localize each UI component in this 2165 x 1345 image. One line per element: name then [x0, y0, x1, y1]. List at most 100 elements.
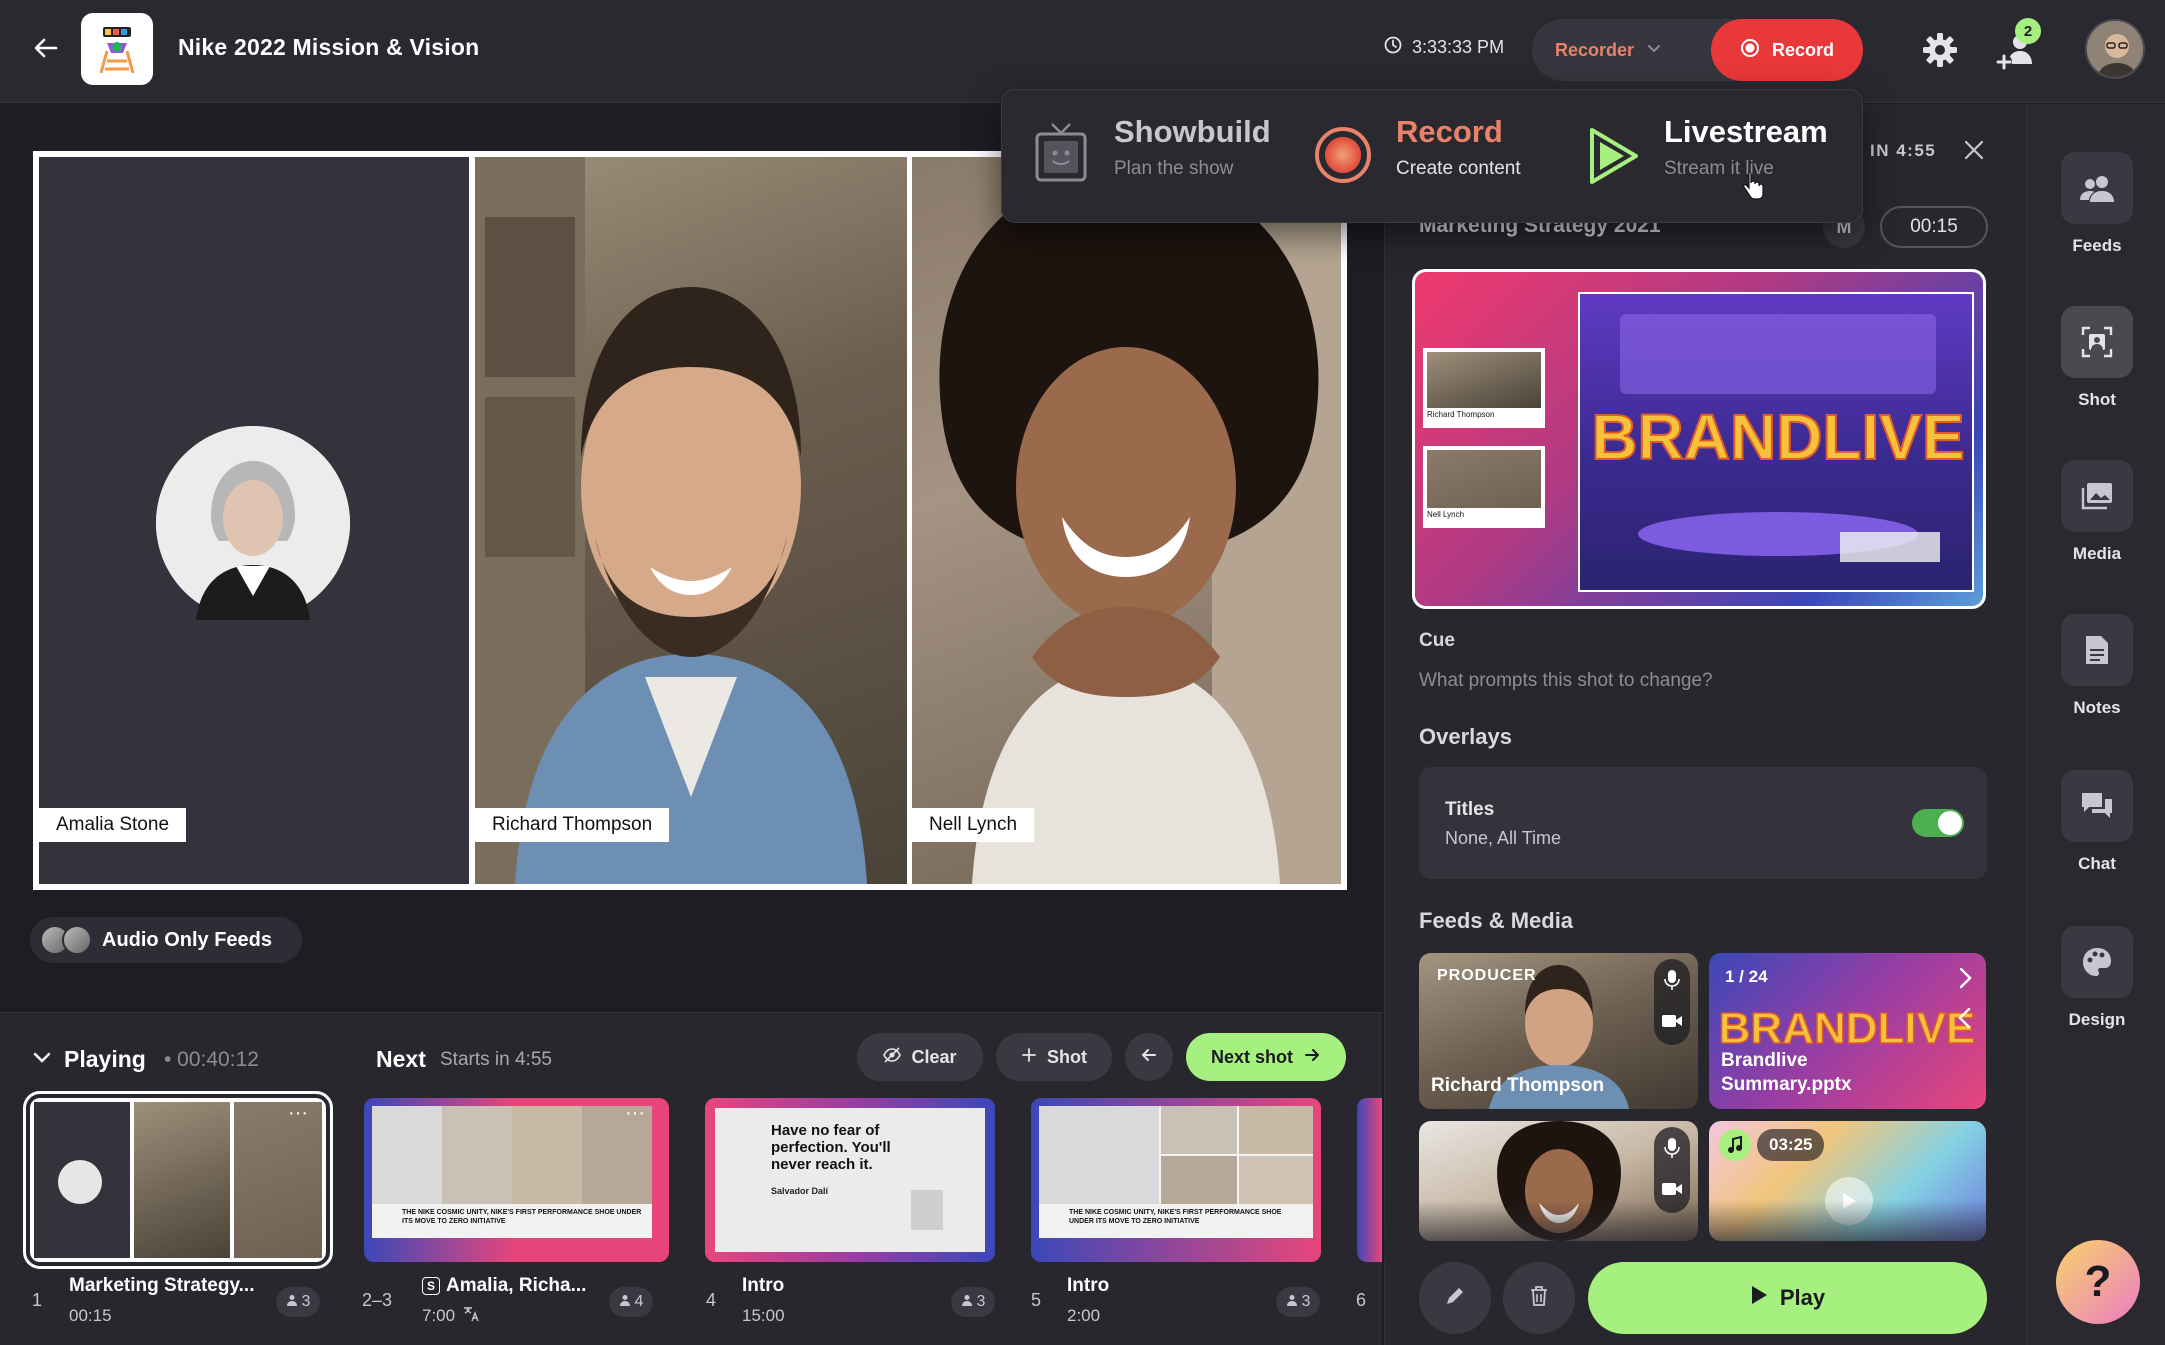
- gear-icon[interactable]: [1920, 30, 1960, 70]
- clear-button[interactable]: Clear: [857, 1033, 983, 1081]
- shot-label: Shot: [1047, 1046, 1087, 1067]
- menu-item-title: Livestream: [1664, 114, 1828, 149]
- scene-icon: S: [422, 1277, 440, 1295]
- clock-text: 3:33:33 PM: [1412, 37, 1505, 57]
- rail-item-shot[interactable]: Shot: [2060, 306, 2134, 410]
- trash-icon: [1529, 1285, 1549, 1312]
- rundown-card-2[interactable]: THE NIKE COSMIC UNITY, NIKE'S FIRST PERF…: [364, 1098, 669, 1262]
- shot-frame-icon: [2061, 306, 2133, 378]
- rundown-card-duration: 00:15: [69, 1306, 112, 1325]
- add-shot-button[interactable]: Shot: [996, 1033, 1112, 1081]
- dali-portrait: [911, 1190, 943, 1230]
- record-button[interactable]: Record: [1711, 19, 1863, 81]
- playing-section-toggle[interactable]: Playing: [32, 1046, 146, 1073]
- person-icon: [619, 1293, 631, 1311]
- rundown-card-number: 2–3: [362, 1290, 393, 1310]
- camera-icon[interactable]: [1661, 1181, 1683, 1202]
- richard-video: [475, 157, 867, 884]
- stage-tile-amalia[interactable]: Amalia Stone: [39, 157, 469, 884]
- right-rail: [2026, 104, 2165, 1345]
- record-label: Record: [1771, 39, 1834, 60]
- microphone-icon[interactable]: [1664, 1137, 1680, 1164]
- recorder-label: Recorder: [1555, 39, 1635, 60]
- duration-text: 7:00: [422, 1306, 456, 1325]
- cue-input[interactable]: What prompts this shot to change?: [1419, 670, 1713, 692]
- next-shot-button[interactable]: Next shot: [1186, 1033, 1346, 1081]
- titles-label: Titles: [1445, 799, 1495, 820]
- rundown-card-title: Intro: [742, 1275, 785, 1296]
- feed-card-richard[interactable]: PRODUCER Richard Thompson: [1419, 953, 1698, 1109]
- rail-item-feeds[interactable]: Feeds: [2060, 152, 2134, 256]
- document-icon: [2061, 614, 2133, 686]
- chevron-left-icon[interactable]: [1958, 1007, 1972, 1034]
- menu-item-livestream[interactable]: Livestream Stream it live: [1586, 108, 1856, 208]
- camera-icon[interactable]: [1661, 1013, 1683, 1034]
- list-fade: [1384, 1200, 2026, 1260]
- preview-name-tag: Nell Lynch: [1427, 510, 1465, 519]
- more-icon[interactable]: ···: [625, 1102, 645, 1125]
- stage-name-tag: Nell Lynch: [912, 808, 1035, 842]
- rail-item-chat[interactable]: Chat: [2060, 770, 2134, 874]
- plus-icon: [1021, 1047, 1037, 1068]
- chat-bubbles-icon: [2061, 770, 2133, 842]
- edit-shot-button[interactable]: [1419, 1262, 1491, 1334]
- rundown-card-3[interactable]: Have no fear of perfection. You'll never…: [705, 1098, 995, 1262]
- shot-duration-field[interactable]: 00:15: [1880, 206, 1988, 248]
- media-name: Brandlive Summary.pptx: [1721, 1050, 1852, 1095]
- audio-only-feeds-button[interactable]: Audio Only Feeds: [30, 917, 302, 963]
- back-arrow-icon[interactable]: [28, 30, 64, 66]
- help-button[interactable]: ?: [2056, 1240, 2140, 1324]
- rundown-card-title-text: Amalia, Richa...: [446, 1275, 587, 1296]
- play-shot-button[interactable]: Play: [1588, 1262, 1987, 1334]
- chevron-down-icon: [1646, 40, 1662, 61]
- close-icon[interactable]: [1962, 136, 1986, 170]
- rail-item-media[interactable]: Media: [2060, 460, 2134, 564]
- play-label: Play: [1779, 1285, 1826, 1310]
- previous-shot-button[interactable]: [1125, 1033, 1173, 1081]
- mouse-cursor-icon: [1742, 171, 1764, 205]
- clear-label: Clear: [911, 1046, 957, 1067]
- stage-tile-richard[interactable]: Richard Thompson: [475, 157, 907, 884]
- rundown-card-duration: 7:00: [422, 1306, 481, 1327]
- stage-name-tag: Amalia Stone: [39, 808, 187, 842]
- user-avatar[interactable]: [2085, 19, 2145, 79]
- rundown-card-number: 1: [32, 1290, 43, 1310]
- recorder-dropdown-button[interactable]: Recorder: [1555, 19, 1705, 81]
- shot-starts-in: IN 4:55: [1870, 141, 1937, 160]
- playing-elapsed-time: • 00:40:12: [164, 1048, 259, 1071]
- video-duration: 03:25: [1757, 1129, 1825, 1161]
- rundown-card-number: 4: [706, 1290, 717, 1310]
- menu-item-record[interactable]: Record Create content: [1314, 108, 1574, 208]
- overlays-heading: Overlays: [1419, 724, 1512, 749]
- titles-overlay-card[interactable]: [1419, 767, 1987, 879]
- cue-label: Cue: [1419, 630, 1455, 651]
- toggle-knob: [1938, 811, 1962, 835]
- rundown-card-4[interactable]: THE NIKE COSMIC UNITY, NIKE'S FIRST PERF…: [1031, 1098, 1321, 1262]
- rail-label: Design: [2068, 1010, 2126, 1029]
- feed-controls: [1654, 959, 1690, 1045]
- quote-author: Salvador Dalí: [771, 1186, 829, 1196]
- slide-caption: THE NIKE COSMIC UNITY, NIKE'S FIRST PERF…: [402, 1209, 642, 1225]
- next-shot-label: Next shot: [1210, 1046, 1293, 1067]
- shot-preview[interactable]: Richard Thompson Nell Lynch BRANDLIVE: [1412, 269, 1986, 609]
- guest-count: 3: [1301, 1293, 1311, 1310]
- stage-tile-nell[interactable]: Nell Lynch: [912, 157, 1341, 884]
- rail-item-design[interactable]: Design: [2060, 926, 2134, 1030]
- menu-item-showbuild[interactable]: Showbuild Plan the show: [1022, 108, 1282, 208]
- media-card-brandlive-pptx[interactable]: BRANDLIVE 1 / 24 Brandlive Summary.pptx: [1709, 953, 1986, 1109]
- microphone-icon[interactable]: [1664, 969, 1680, 996]
- audio-only-label: Audio Only Feeds: [102, 928, 273, 951]
- rail-label: Feeds: [2072, 236, 2122, 255]
- chevron-right-icon[interactable]: [1958, 967, 1972, 994]
- delete-shot-button[interactable]: [1503, 1262, 1575, 1334]
- tv-icon: [1034, 122, 1088, 189]
- stage-canvas[interactable]: Amalia Stone Richard Thompson Nell Lynch: [33, 151, 1347, 890]
- rundown-card-5[interactable]: [1357, 1098, 1382, 1262]
- quote-text: Have no fear of perfection. You'll never…: [771, 1122, 891, 1173]
- translate-icon: [463, 1306, 481, 1327]
- rail-item-notes[interactable]: Notes: [2060, 614, 2134, 718]
- rundown-card-duration: 15:00: [742, 1306, 785, 1325]
- more-icon[interactable]: ···: [288, 1102, 308, 1125]
- rundown-card-1[interactable]: ···: [23, 1091, 333, 1269]
- people-icon: [2061, 152, 2133, 224]
